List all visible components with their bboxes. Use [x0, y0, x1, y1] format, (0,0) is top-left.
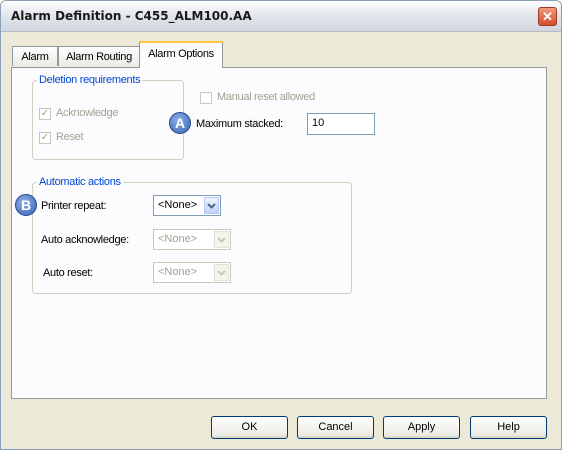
tab-alarm-routing[interactable]: Alarm Routing: [58, 46, 140, 66]
check-icon: ✓: [40, 108, 50, 119]
auto-reset-label: Auto reset:: [43, 267, 93, 279]
callout-a: A: [169, 112, 191, 134]
alarm-options-panel: Deletion requirements ✓ Acknowledge ✓ Re…: [11, 67, 547, 399]
automatic-actions-legend: Automatic actions: [39, 176, 121, 188]
acknowledge-label: Acknowledge: [56, 107, 119, 119]
title-bar[interactable]: Alarm Definition - C455_ALM100.AA ✕: [1, 1, 561, 32]
tab-alarm-options[interactable]: Alarm Options: [139, 41, 223, 68]
tab-alarm[interactable]: Alarm: [12, 46, 58, 66]
callout-b: B: [15, 194, 37, 216]
chevron-down-icon[interactable]: [204, 197, 219, 214]
chevron-down-icon[interactable]: [214, 264, 229, 281]
window-title: Alarm Definition - C455_ALM100.AA: [11, 9, 252, 23]
maximum-stacked-input[interactable]: 10: [307, 113, 375, 135]
reset-checkbox[interactable]: ✓: [39, 132, 51, 144]
ok-button[interactable]: OK: [211, 416, 288, 439]
manual-reset-label: Manual reset allowed: [217, 91, 315, 103]
apply-button[interactable]: Apply: [383, 416, 460, 439]
acknowledge-checkbox[interactable]: ✓: [39, 108, 51, 120]
check-icon: ✓: [40, 132, 50, 143]
reset-label: Reset: [56, 131, 84, 143]
printer-repeat-select[interactable]: <None>: [153, 195, 221, 216]
auto-acknowledge-value: <None>: [158, 233, 198, 245]
printer-repeat-value: <None>: [158, 199, 198, 211]
help-button[interactable]: Help: [470, 416, 547, 439]
deletion-requirements-legend: Deletion requirements: [39, 74, 141, 86]
alarm-definition-dialog: Alarm Definition - C455_ALM100.AA ✕ Alar…: [0, 0, 562, 450]
manual-reset-checkbox[interactable]: [200, 92, 212, 104]
maximum-stacked-label: Maximum stacked:: [196, 118, 283, 130]
close-icon[interactable]: ✕: [538, 7, 557, 26]
auto-acknowledge-select[interactable]: <None>: [153, 229, 231, 250]
printer-repeat-label: Printer repeat:: [41, 200, 107, 212]
chevron-down-icon[interactable]: [214, 231, 229, 248]
auto-reset-select[interactable]: <None>: [153, 262, 231, 283]
auto-acknowledge-label: Auto acknowledge:: [41, 234, 129, 246]
cancel-button[interactable]: Cancel: [297, 416, 374, 439]
auto-reset-value: <None>: [158, 266, 198, 278]
